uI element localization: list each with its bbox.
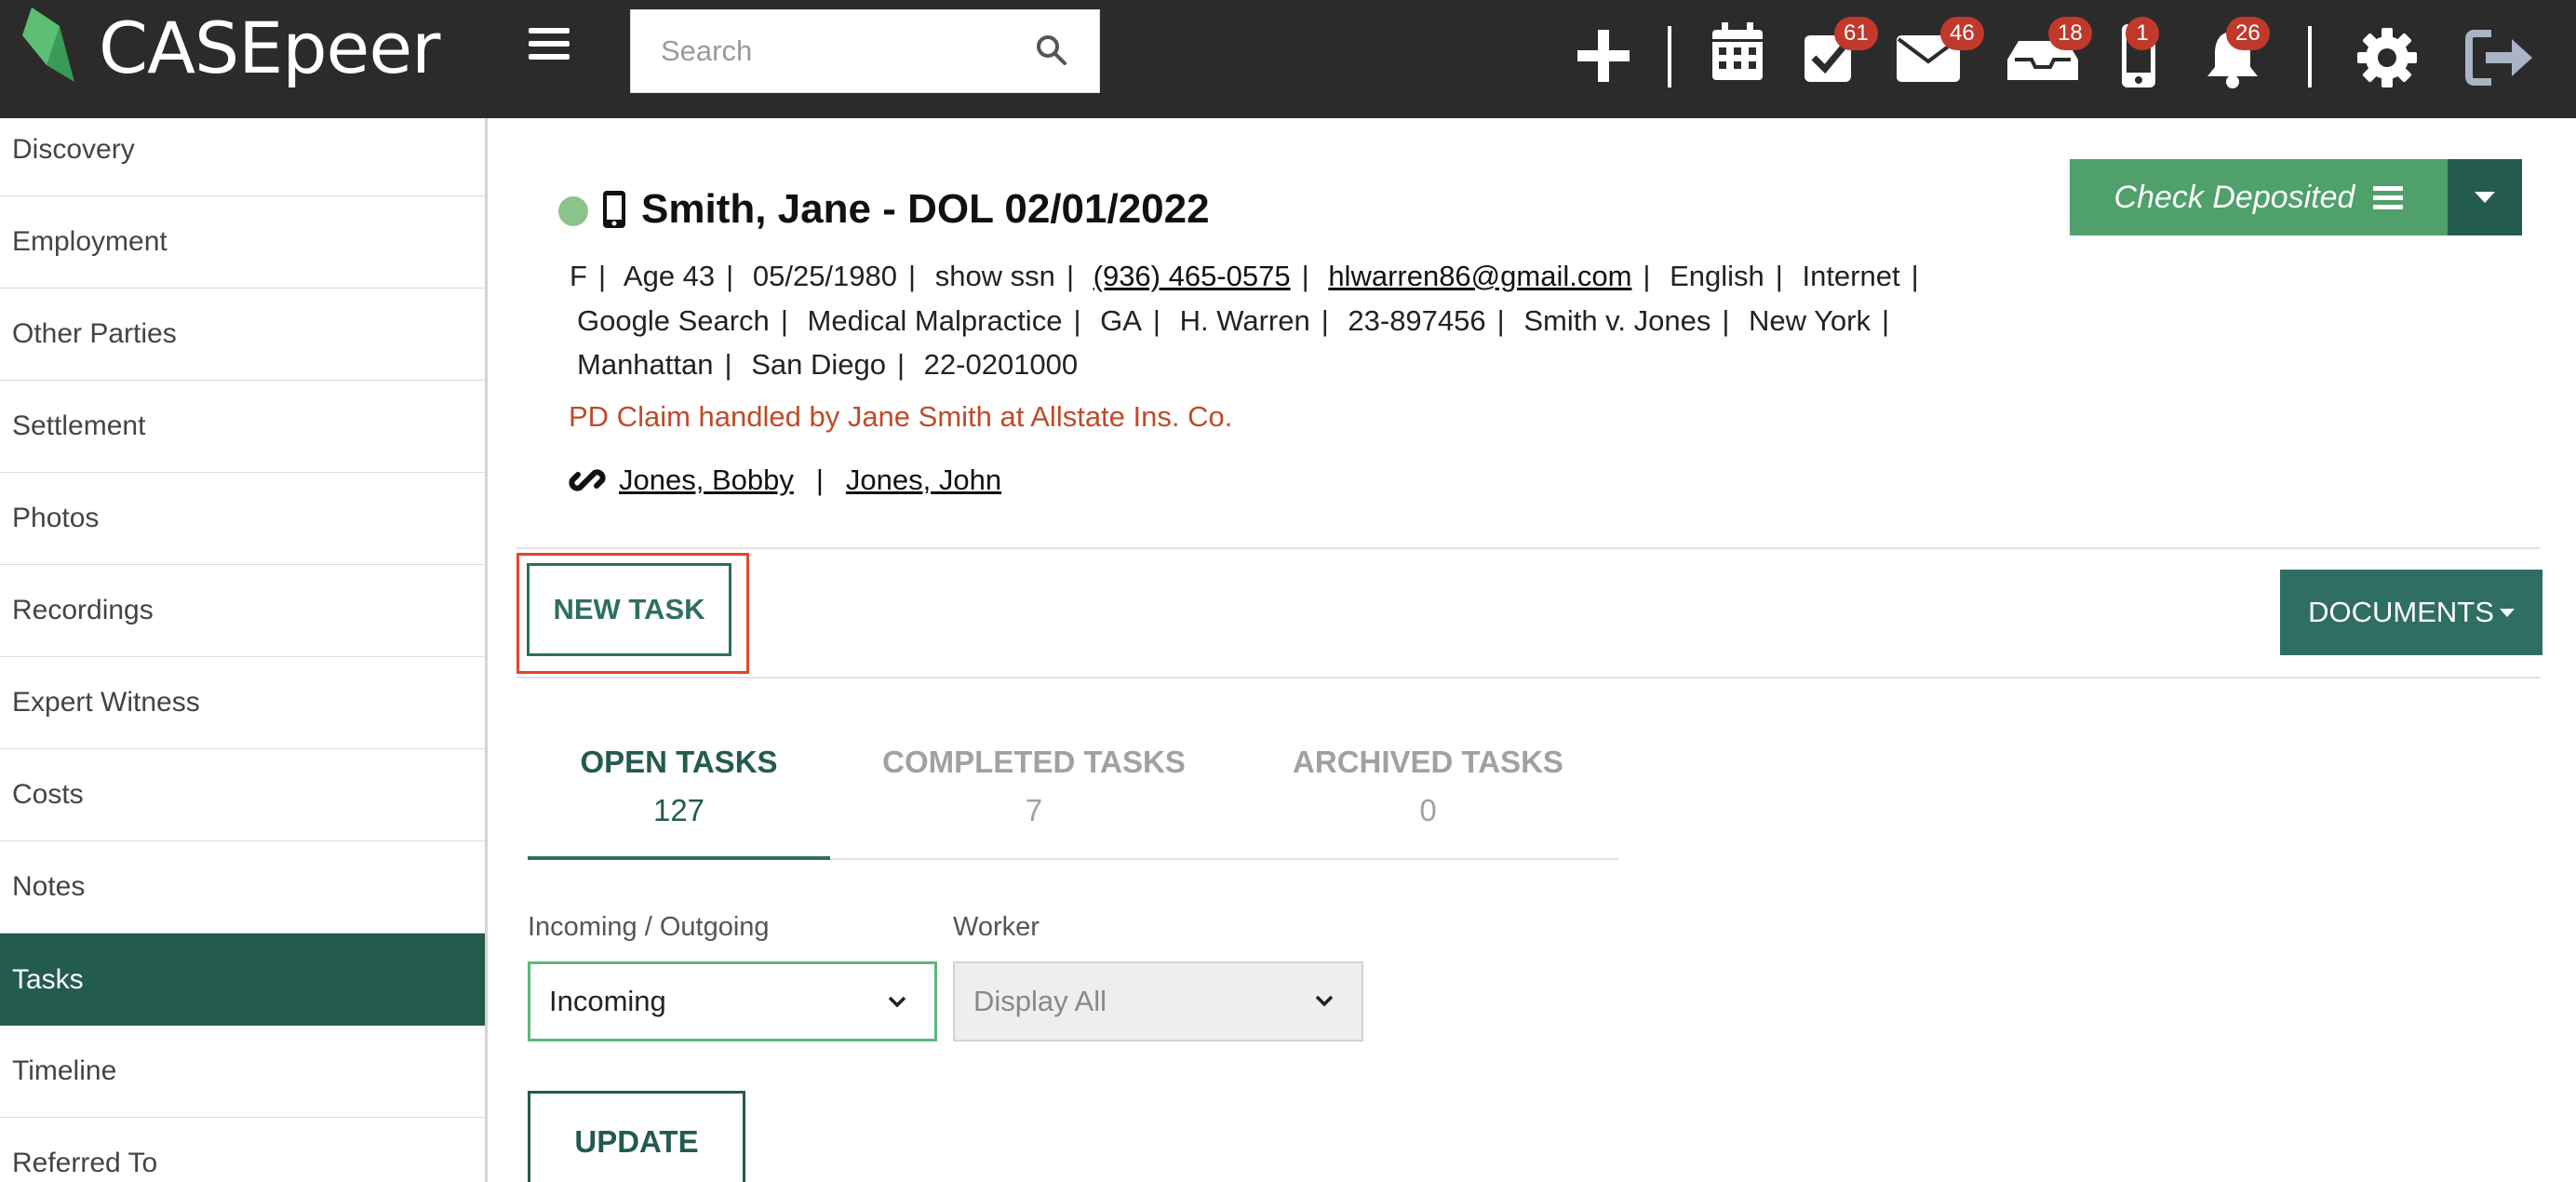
client-dob: 05/25/1980	[752, 260, 898, 292]
notifications-badge: 26	[2226, 17, 2270, 50]
tab-open-tasks[interactable]: OPEN TASKS 127	[528, 745, 830, 828]
caret-down-icon	[2475, 192, 2495, 203]
related-case-link[interactable]: Jones, Bobby	[619, 463, 794, 497]
client-language: English	[1670, 260, 1764, 292]
update-button[interactable]: UPDATE	[528, 1091, 745, 1182]
chevron-down-icon	[888, 996, 906, 1008]
hamburger-menu-icon[interactable]	[529, 28, 571, 71]
case-info-line-1: F | Age 43 | 05/25/1980 | show ssn | (936) 4…	[570, 260, 1919, 292]
logout-icon[interactable]	[2465, 30, 2534, 86]
sidebar-item-referred-to[interactable]: Referred To	[0, 1118, 485, 1182]
related-case-link[interactable]: Jones, John	[846, 463, 1001, 497]
app-logo-text[interactable]: CASEpeer	[99, 13, 440, 84]
mobile-phone-icon	[603, 191, 625, 228]
case-number: 23-897456	[1348, 304, 1486, 337]
section-divider	[517, 677, 2541, 678]
sidebar-item-discovery[interactable]: Discovery	[0, 118, 485, 196]
check-deposited-button[interactable]: Check Deposited	[2070, 159, 2448, 235]
tab-label: OPEN TASKS	[580, 745, 778, 779]
tasks-badge: 61	[1834, 17, 1878, 50]
case-info-line-3: Manhattan | San Diego | 22-0201000	[577, 348, 1079, 381]
case-info-line-2: Google Search | Medical Malpractice | GA | …	[577, 304, 1890, 337]
sidebar-item-settlement[interactable]: Settlement	[0, 381, 485, 473]
top-navigation-bar: CASEpeer 61 46 18	[0, 0, 2576, 118]
direction-select-value: Incoming	[549, 985, 666, 1017]
toolbar-divider	[1668, 26, 1671, 87]
client-gender: F	[570, 260, 587, 292]
sidebar-item-expert-witness[interactable]: Expert Witness	[0, 657, 485, 749]
documents-dropdown-button[interactable]: DOCUMENTS	[2280, 570, 2542, 655]
sidebar-item-photos[interactable]: Photos	[0, 473, 485, 565]
tab-count: 0	[1419, 793, 1437, 827]
casepeer-logo-icon	[22, 7, 74, 82]
case-state: GA	[1100, 304, 1142, 337]
client-phone-link[interactable]: (936) 465-0575	[1093, 260, 1291, 292]
show-ssn-link[interactable]: show ssn	[935, 260, 1055, 292]
list-icon	[2373, 186, 2404, 209]
search-input[interactable]	[631, 10, 1022, 92]
section-divider	[517, 547, 2541, 549]
tab-label: ARCHIVED TASKS	[1293, 745, 1563, 779]
case-file-number: 22-0201000	[923, 348, 1079, 381]
claim-note: PD Claim handled by Jane Smith at Allsta…	[569, 400, 1233, 433]
search-box	[630, 9, 1100, 93]
direction-filter-label: Incoming / Outgoing	[528, 912, 770, 942]
worker-select-value: Display All	[973, 985, 1107, 1017]
caret-down-icon	[2499, 608, 2515, 617]
link-icon	[569, 469, 606, 491]
case-office: San Diego	[751, 348, 886, 381]
client-age: Age 43	[623, 260, 716, 292]
sidebar-item-employment[interactable]: Employment	[0, 196, 485, 289]
case-location: New York	[1749, 304, 1871, 337]
sidebar-item-tasks[interactable]: Tasks	[0, 934, 485, 1026]
check-deposited-label: Check Deposited	[2113, 179, 2355, 215]
referral-source: Internet	[1802, 260, 1900, 292]
worker-select[interactable]: Display All	[953, 961, 1363, 1041]
sidebar-item-recordings[interactable]: Recordings	[0, 565, 485, 657]
phone-badge: 1	[2126, 17, 2159, 50]
mail-badge: 46	[1940, 17, 1984, 50]
sidebar-item-timeline[interactable]: Timeline	[0, 1026, 485, 1118]
tab-count: 7	[1025, 793, 1043, 827]
new-task-button[interactable]: NEW TASK	[527, 563, 731, 656]
toolbar-divider	[2308, 26, 2312, 87]
tab-archived-tasks[interactable]: ARCHIVED TASKS 0	[1238, 745, 1618, 828]
case-caption: Smith v. Jones	[1523, 304, 1711, 337]
case-sidebar-nav: Discovery Employment Other Parties Settl…	[0, 118, 488, 1182]
chevron-down-icon	[1315, 995, 1334, 1007]
inbox-badge: 18	[2048, 17, 2092, 50]
sidebar-item-costs[interactable]: Costs	[0, 749, 485, 841]
case-status-indicator	[558, 196, 588, 226]
settings-gear-icon[interactable]	[2356, 27, 2418, 88]
documents-label: DOCUMENTS	[2308, 596, 2494, 628]
tab-label: COMPLETED TASKS	[882, 745, 1186, 779]
sidebar-item-other-parties[interactable]: Other Parties	[0, 289, 485, 381]
sidebar-item-notes[interactable]: Notes	[0, 841, 485, 934]
client-email-link[interactable]: hlwarren86@gmail.com	[1328, 260, 1631, 292]
search-icon[interactable]	[1036, 34, 1067, 66]
worker-filter-label: Worker	[953, 912, 1040, 942]
case-title: Smith, Jane - DOL 02/01/2022	[641, 186, 1210, 232]
check-status-dropdown-toggle[interactable]	[2448, 159, 2522, 235]
add-icon[interactable]	[1576, 28, 1631, 84]
direction-select[interactable]: Incoming	[528, 961, 937, 1041]
calendar-icon[interactable]	[1711, 22, 1764, 82]
active-tab-indicator	[528, 856, 830, 860]
case-detail: Google Search	[577, 304, 770, 337]
tab-completed-tasks[interactable]: COMPLETED TASKS 7	[830, 745, 1238, 828]
case-type: Medical Malpractice	[807, 304, 1063, 337]
case-county: Manhattan	[577, 348, 714, 381]
case-attorney: H. Warren	[1179, 304, 1310, 337]
related-cases: Jones, Bobby | Jones, John	[567, 460, 1001, 501]
tab-count: 127	[652, 793, 705, 827]
